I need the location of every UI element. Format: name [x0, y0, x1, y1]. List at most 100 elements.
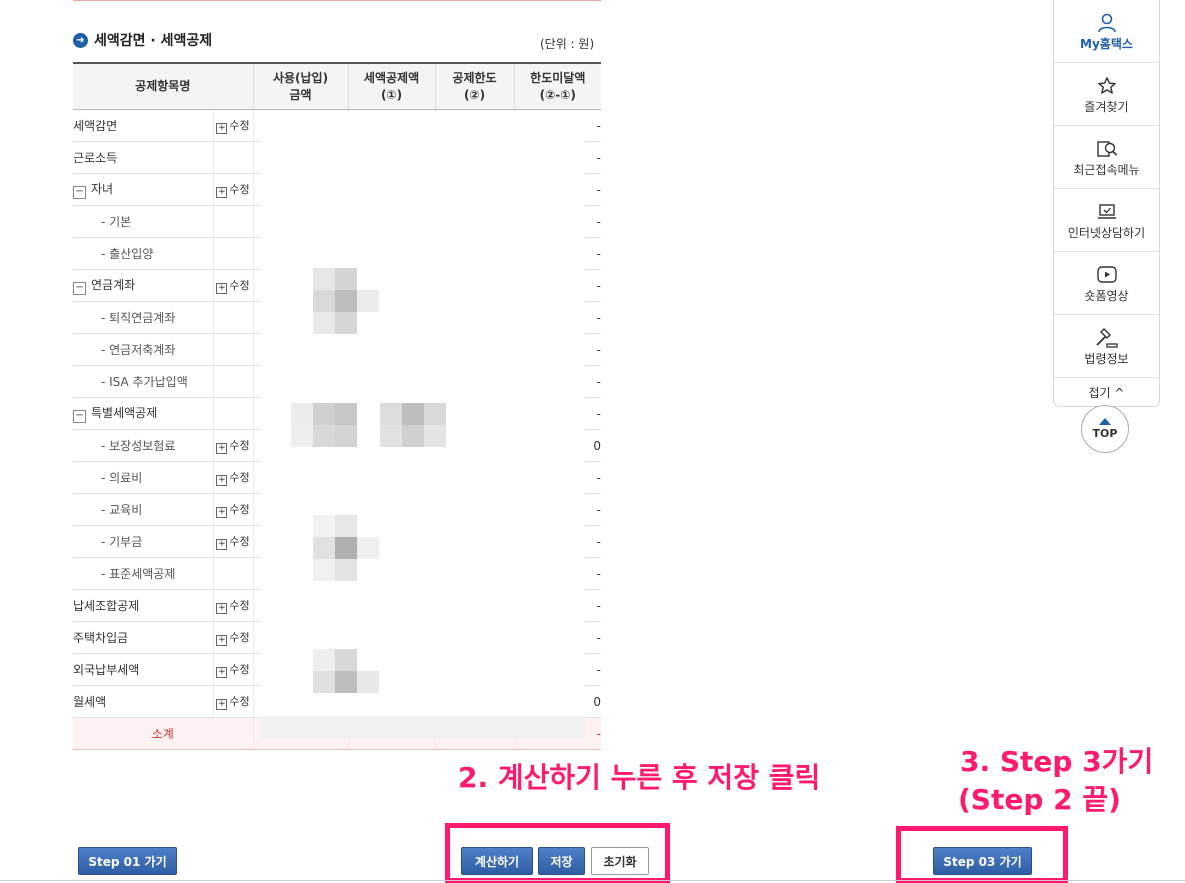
redaction-pixel	[313, 425, 335, 447]
quick-favorites[interactable]: 즐겨찾기	[1054, 63, 1159, 126]
quick-recent-menu[interactable]: 최근접속메뉴	[1054, 126, 1159, 189]
row-label: - 교육비	[73, 493, 213, 526]
edit-link[interactable]: 수정	[229, 663, 249, 676]
row-label: 외국납부세액	[73, 653, 213, 686]
annotation-step2: 2. 계산하기 누른 후 저장 클릭	[458, 761, 821, 794]
plus-box-icon: +	[216, 507, 228, 518]
row-edit-cell	[212, 333, 254, 366]
edit-link[interactable]: 수정	[229, 439, 249, 452]
plus-box-icon: +	[216, 187, 228, 198]
row-label-text: - 출산입양	[101, 247, 154, 261]
row-label-text: - 기본	[101, 215, 132, 229]
redaction-pixel	[335, 425, 357, 447]
play-icon	[1096, 263, 1118, 287]
row-label: 세액감면	[73, 109, 213, 142]
row-label-text: - 의료비	[101, 471, 143, 485]
plus-box-icon: +	[216, 667, 228, 678]
collapse-toggle-icon[interactable]: −	[73, 282, 86, 295]
redaction-pixel	[313, 268, 335, 290]
plus-box-icon: +	[216, 283, 228, 294]
step1-button[interactable]: Step 01 가기	[78, 847, 177, 875]
redaction-pixel	[335, 537, 357, 559]
row-edit-cell[interactable]: + 수정	[212, 589, 254, 622]
row-label-text: 주택차입금	[73, 631, 129, 645]
row-label-text: - 보장성보험료	[101, 439, 176, 453]
edit-link[interactable]: 수정	[229, 631, 249, 644]
row-edit-cell[interactable]: + 수정	[212, 525, 254, 558]
quick-online-consult[interactable]: 인터넷상담하기	[1054, 189, 1159, 252]
row-label-text: - 연금저축계좌	[101, 343, 176, 357]
calculate-button[interactable]: 계산하기	[461, 847, 533, 875]
plus-box-icon: +	[216, 443, 228, 454]
redaction-pixel	[424, 403, 446, 425]
quick-menu: My홈택스 즐겨찾기 최근접속메뉴 인터넷상담하기 숏폼영상 법령정보 접기 ^	[1053, 0, 1160, 407]
row-edit-cell[interactable]: + 수정	[212, 173, 254, 206]
row-edit-cell	[212, 397, 254, 430]
edit-link[interactable]: 수정	[229, 471, 249, 484]
step3-button[interactable]: Step 03 가기	[933, 847, 1032, 875]
redaction-pixel	[291, 425, 313, 447]
quick-shortform-video[interactable]: 숏폼영상	[1054, 252, 1159, 315]
redaction-pixel	[380, 425, 402, 447]
edit-link[interactable]: 수정	[229, 599, 249, 612]
redaction-pixel	[335, 559, 357, 581]
laptop-check-icon	[1096, 200, 1118, 224]
row-label: - 퇴직연금계좌	[73, 301, 213, 334]
row-label-text: - 표준세액공제	[101, 567, 176, 581]
row-edit-cell	[212, 557, 254, 590]
row-edit-cell	[212, 301, 254, 334]
save-button[interactable]: 저장	[538, 847, 585, 875]
arrow-up-icon	[1099, 418, 1111, 425]
quick-menu-fold[interactable]: 접기 ^	[1054, 378, 1159, 406]
row-edit-cell[interactable]: + 수정	[212, 429, 254, 462]
col-header-credit: 세액공제액 (①)	[347, 62, 436, 110]
collapse-toggle-icon[interactable]: −	[73, 410, 86, 423]
col-header-item: 공제항목명	[73, 62, 254, 110]
edit-link[interactable]: 수정	[229, 535, 249, 548]
row-label-text: 연금계좌	[91, 278, 136, 292]
header-text: (②-①)	[539, 87, 576, 102]
row-label: 납세조합공제	[73, 589, 213, 622]
row-label: - 기본	[73, 205, 213, 238]
row-edit-cell[interactable]: + 수정	[212, 109, 254, 142]
scroll-top-label: TOP	[1092, 427, 1118, 440]
row-edit-cell[interactable]: + 수정	[212, 621, 254, 654]
plus-box-icon: +	[216, 635, 228, 646]
row-label[interactable]: − 자녀	[73, 173, 213, 206]
row-label: - 연금저축계좌	[73, 333, 213, 366]
col-header-limit: 공제한도 (②)	[434, 62, 515, 110]
redaction-pixel	[380, 403, 402, 425]
plus-box-icon: +	[216, 123, 228, 134]
row-edit-cell[interactable]: + 수정	[212, 461, 254, 494]
row-edit-cell[interactable]: + 수정	[212, 685, 254, 718]
row-edit-cell	[212, 141, 254, 174]
row-edit-cell[interactable]: + 수정	[212, 493, 254, 526]
redaction-pixel	[291, 403, 313, 425]
row-edit-cell[interactable]: + 수정	[212, 653, 254, 686]
row-label: - 표준세액공제	[73, 557, 213, 590]
redaction-pixel	[357, 290, 379, 312]
header-text: 세액공제액	[363, 70, 420, 85]
collapse-toggle-icon[interactable]: −	[73, 186, 86, 199]
edit-link[interactable]: 수정	[229, 279, 249, 292]
redaction-pixel	[357, 537, 379, 559]
row-edit-cell[interactable]: + 수정	[212, 269, 254, 302]
row-label-text: 월세액	[73, 695, 107, 709]
redaction-pixel	[313, 537, 335, 559]
row-label: - 보장성보험료	[73, 429, 213, 462]
plus-box-icon: +	[216, 475, 228, 486]
redacted-values-area-bottom	[261, 716, 585, 738]
redaction-pixel	[313, 559, 335, 581]
row-label[interactable]: − 연금계좌	[73, 269, 213, 302]
quick-law-info[interactable]: 법령정보	[1054, 315, 1159, 378]
redaction-pixel	[313, 290, 335, 312]
edit-link[interactable]: 수정	[229, 119, 249, 132]
edit-link[interactable]: 수정	[229, 503, 249, 516]
reset-button[interactable]: 초기화	[591, 847, 649, 875]
scroll-top-button[interactable]: TOP	[1081, 405, 1129, 453]
row-label-text: 세액감면	[73, 119, 118, 133]
quick-my-hometax[interactable]: My홈택스	[1054, 0, 1159, 63]
edit-link[interactable]: 수정	[229, 183, 249, 196]
edit-link[interactable]: 수정	[229, 695, 249, 708]
row-label[interactable]: − 특별세액공제	[73, 397, 213, 430]
